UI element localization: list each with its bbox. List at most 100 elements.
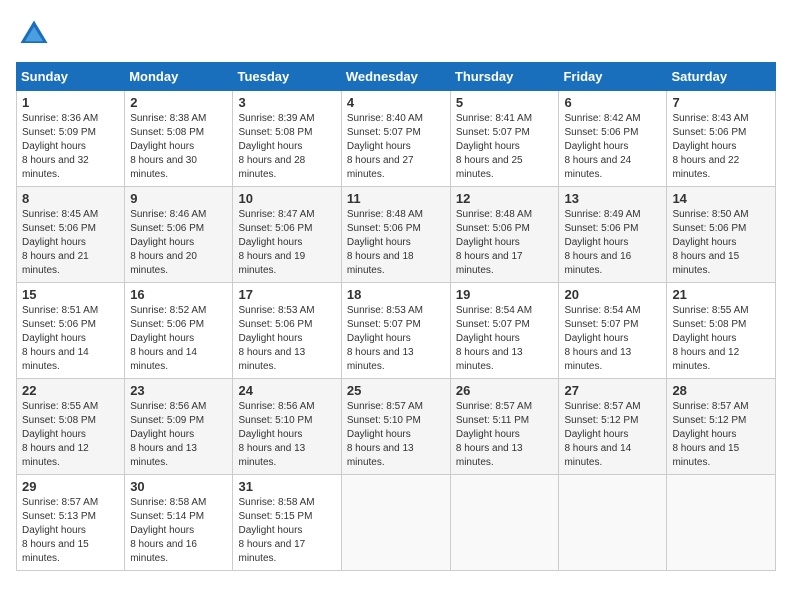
calendar-cell: 27 Sunrise: 8:57 AM Sunset: 5:12 PM Dayl… [559, 379, 667, 475]
day-number: 5 [456, 95, 554, 110]
day-number: 22 [22, 383, 119, 398]
day-number: 28 [672, 383, 770, 398]
cell-info: Sunrise: 8:40 AM Sunset: 5:07 PM Dayligh… [347, 112, 445, 182]
day-number: 23 [130, 383, 227, 398]
calendar-cell: 22 Sunrise: 8:55 AM Sunset: 5:08 PM Dayl… [17, 379, 125, 475]
cell-info: Sunrise: 8:48 AM Sunset: 5:06 PM Dayligh… [347, 208, 445, 278]
day-number: 31 [238, 479, 335, 494]
cell-info: Sunrise: 8:38 AM Sunset: 5:08 PM Dayligh… [130, 112, 227, 182]
day-header-saturday: Saturday [667, 63, 776, 91]
calendar-table: SundayMondayTuesdayWednesdayThursdayFrid… [16, 62, 776, 571]
calendar-cell: 9 Sunrise: 8:46 AM Sunset: 5:06 PM Dayli… [125, 187, 233, 283]
day-number: 7 [672, 95, 770, 110]
day-number: 15 [22, 287, 119, 302]
day-number: 20 [564, 287, 661, 302]
day-number: 18 [347, 287, 445, 302]
cell-info: Sunrise: 8:58 AM Sunset: 5:14 PM Dayligh… [130, 496, 227, 566]
day-number: 4 [347, 95, 445, 110]
calendar-cell: 3 Sunrise: 8:39 AM Sunset: 5:08 PM Dayli… [233, 91, 341, 187]
cell-info: Sunrise: 8:42 AM Sunset: 5:06 PM Dayligh… [564, 112, 661, 182]
cell-info: Sunrise: 8:52 AM Sunset: 5:06 PM Dayligh… [130, 304, 227, 374]
calendar-cell: 6 Sunrise: 8:42 AM Sunset: 5:06 PM Dayli… [559, 91, 667, 187]
day-number: 10 [238, 191, 335, 206]
calendar-cell: 17 Sunrise: 8:53 AM Sunset: 5:06 PM Dayl… [233, 283, 341, 379]
day-number: 3 [238, 95, 335, 110]
day-number: 6 [564, 95, 661, 110]
calendar-cell: 28 Sunrise: 8:57 AM Sunset: 5:12 PM Dayl… [667, 379, 776, 475]
cell-info: Sunrise: 8:46 AM Sunset: 5:06 PM Dayligh… [130, 208, 227, 278]
cell-info: Sunrise: 8:57 AM Sunset: 5:12 PM Dayligh… [672, 400, 770, 470]
calendar-cell: 21 Sunrise: 8:55 AM Sunset: 5:08 PM Dayl… [667, 283, 776, 379]
day-number: 21 [672, 287, 770, 302]
day-header-thursday: Thursday [450, 63, 559, 91]
calendar-cell: 19 Sunrise: 8:54 AM Sunset: 5:07 PM Dayl… [450, 283, 559, 379]
day-number: 19 [456, 287, 554, 302]
cell-info: Sunrise: 8:49 AM Sunset: 5:06 PM Dayligh… [564, 208, 661, 278]
logo [16, 16, 56, 52]
calendar-cell: 29 Sunrise: 8:57 AM Sunset: 5:13 PM Dayl… [17, 475, 125, 571]
cell-info: Sunrise: 8:45 AM Sunset: 5:06 PM Dayligh… [22, 208, 119, 278]
cell-info: Sunrise: 8:56 AM Sunset: 5:10 PM Dayligh… [238, 400, 335, 470]
calendar-cell: 16 Sunrise: 8:52 AM Sunset: 5:06 PM Dayl… [125, 283, 233, 379]
cell-info: Sunrise: 8:54 AM Sunset: 5:07 PM Dayligh… [564, 304, 661, 374]
cell-info: Sunrise: 8:57 AM Sunset: 5:12 PM Dayligh… [564, 400, 661, 470]
calendar-week-row: 22 Sunrise: 8:55 AM Sunset: 5:08 PM Dayl… [17, 379, 776, 475]
day-header-tuesday: Tuesday [233, 63, 341, 91]
day-number: 11 [347, 191, 445, 206]
cell-info: Sunrise: 8:56 AM Sunset: 5:09 PM Dayligh… [130, 400, 227, 470]
calendar-cell: 30 Sunrise: 8:58 AM Sunset: 5:14 PM Dayl… [125, 475, 233, 571]
calendar-cell: 2 Sunrise: 8:38 AM Sunset: 5:08 PM Dayli… [125, 91, 233, 187]
calendar-cell: 15 Sunrise: 8:51 AM Sunset: 5:06 PM Dayl… [17, 283, 125, 379]
calendar-week-row: 1 Sunrise: 8:36 AM Sunset: 5:09 PM Dayli… [17, 91, 776, 187]
calendar-cell: 11 Sunrise: 8:48 AM Sunset: 5:06 PM Dayl… [341, 187, 450, 283]
calendar-cell: 1 Sunrise: 8:36 AM Sunset: 5:09 PM Dayli… [17, 91, 125, 187]
day-number: 2 [130, 95, 227, 110]
calendar-cell: 4 Sunrise: 8:40 AM Sunset: 5:07 PM Dayli… [341, 91, 450, 187]
calendar-week-row: 15 Sunrise: 8:51 AM Sunset: 5:06 PM Dayl… [17, 283, 776, 379]
day-number: 17 [238, 287, 335, 302]
cell-info: Sunrise: 8:53 AM Sunset: 5:06 PM Dayligh… [238, 304, 335, 374]
cell-info: Sunrise: 8:50 AM Sunset: 5:06 PM Dayligh… [672, 208, 770, 278]
day-number: 30 [130, 479, 227, 494]
calendar-cell: 24 Sunrise: 8:56 AM Sunset: 5:10 PM Dayl… [233, 379, 341, 475]
day-header-sunday: Sunday [17, 63, 125, 91]
day-number: 13 [564, 191, 661, 206]
calendar-cell: 12 Sunrise: 8:48 AM Sunset: 5:06 PM Dayl… [450, 187, 559, 283]
calendar-cell: 20 Sunrise: 8:54 AM Sunset: 5:07 PM Dayl… [559, 283, 667, 379]
day-header-wednesday: Wednesday [341, 63, 450, 91]
calendar-cell: 26 Sunrise: 8:57 AM Sunset: 5:11 PM Dayl… [450, 379, 559, 475]
cell-info: Sunrise: 8:39 AM Sunset: 5:08 PM Dayligh… [238, 112, 335, 182]
calendar-cell [559, 475, 667, 571]
day-number: 29 [22, 479, 119, 494]
calendar-header-row: SundayMondayTuesdayWednesdayThursdayFrid… [17, 63, 776, 91]
day-number: 14 [672, 191, 770, 206]
day-number: 25 [347, 383, 445, 398]
cell-info: Sunrise: 8:36 AM Sunset: 5:09 PM Dayligh… [22, 112, 119, 182]
cell-info: Sunrise: 8:47 AM Sunset: 5:06 PM Dayligh… [238, 208, 335, 278]
calendar-cell: 8 Sunrise: 8:45 AM Sunset: 5:06 PM Dayli… [17, 187, 125, 283]
cell-info: Sunrise: 8:43 AM Sunset: 5:06 PM Dayligh… [672, 112, 770, 182]
cell-info: Sunrise: 8:55 AM Sunset: 5:08 PM Dayligh… [672, 304, 770, 374]
day-header-monday: Monday [125, 63, 233, 91]
calendar-cell: 10 Sunrise: 8:47 AM Sunset: 5:06 PM Dayl… [233, 187, 341, 283]
calendar-cell: 7 Sunrise: 8:43 AM Sunset: 5:06 PM Dayli… [667, 91, 776, 187]
calendar-cell: 25 Sunrise: 8:57 AM Sunset: 5:10 PM Dayl… [341, 379, 450, 475]
day-header-friday: Friday [559, 63, 667, 91]
page-header [16, 16, 776, 52]
cell-info: Sunrise: 8:57 AM Sunset: 5:10 PM Dayligh… [347, 400, 445, 470]
day-number: 9 [130, 191, 227, 206]
calendar-week-row: 8 Sunrise: 8:45 AM Sunset: 5:06 PM Dayli… [17, 187, 776, 283]
calendar-cell [341, 475, 450, 571]
cell-info: Sunrise: 8:53 AM Sunset: 5:07 PM Dayligh… [347, 304, 445, 374]
calendar-cell: 13 Sunrise: 8:49 AM Sunset: 5:06 PM Dayl… [559, 187, 667, 283]
cell-info: Sunrise: 8:54 AM Sunset: 5:07 PM Dayligh… [456, 304, 554, 374]
calendar-cell: 23 Sunrise: 8:56 AM Sunset: 5:09 PM Dayl… [125, 379, 233, 475]
day-number: 27 [564, 383, 661, 398]
calendar-cell [450, 475, 559, 571]
calendar-cell: 18 Sunrise: 8:53 AM Sunset: 5:07 PM Dayl… [341, 283, 450, 379]
cell-info: Sunrise: 8:51 AM Sunset: 5:06 PM Dayligh… [22, 304, 119, 374]
day-number: 8 [22, 191, 119, 206]
logo-icon [16, 16, 52, 52]
cell-info: Sunrise: 8:58 AM Sunset: 5:15 PM Dayligh… [238, 496, 335, 566]
cell-info: Sunrise: 8:57 AM Sunset: 5:11 PM Dayligh… [456, 400, 554, 470]
